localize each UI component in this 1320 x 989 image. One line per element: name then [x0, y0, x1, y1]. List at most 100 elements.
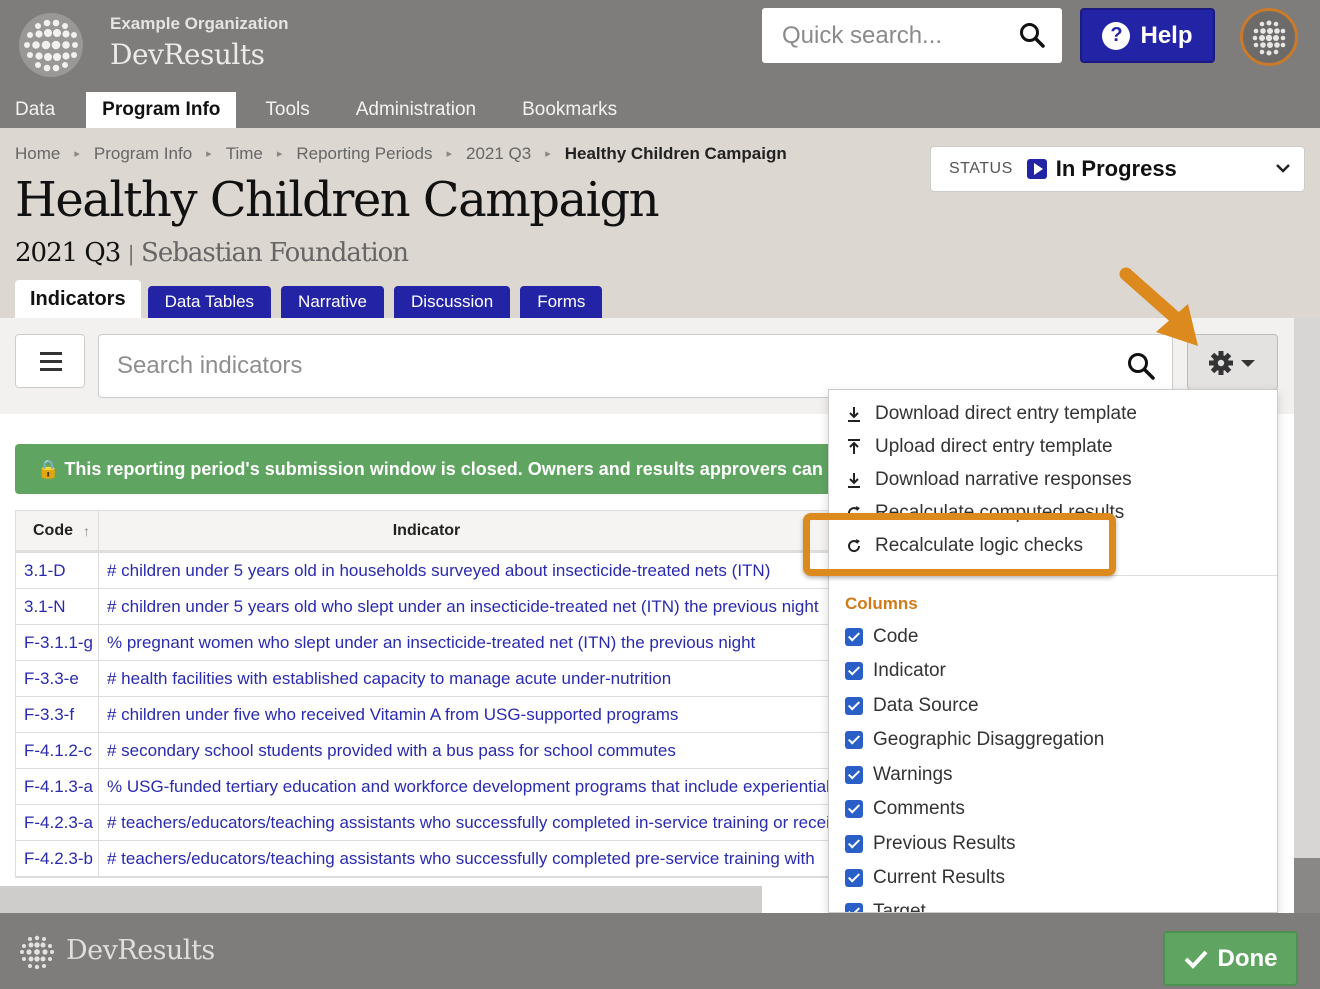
- table-row[interactable]: F-3.3-e # health facilities with establis…: [16, 661, 914, 697]
- table-row[interactable]: F-4.1.3-a% USG-funded tertiary education…: [16, 769, 914, 805]
- period-label: 2021 Q3: [15, 238, 121, 268]
- checkbox-checked-icon[interactable]: [845, 903, 863, 912]
- nav-administration[interactable]: Administration: [341, 92, 491, 128]
- breadcrumb-home[interactable]: Home: [15, 144, 60, 164]
- table-row[interactable]: F-3.1.1-g% pregnant women who slept unde…: [16, 625, 914, 661]
- nav-data[interactable]: Data: [0, 92, 70, 128]
- breadcrumb-period[interactable]: 2021 Q3: [466, 144, 531, 164]
- breadcrumb-program-info[interactable]: Program Info: [94, 144, 192, 164]
- row-indicator[interactable]: # teachers/educators/teaching assistants…: [99, 841, 914, 876]
- checkbox-checked-icon[interactable]: [845, 835, 863, 853]
- table-row[interactable]: F-4.2.3-a # teachers/educators/teaching a…: [16, 805, 914, 841]
- search-icon[interactable]: [1126, 351, 1156, 381]
- checkbox-checked-icon[interactable]: [845, 869, 863, 887]
- row-indicator[interactable]: # children under 5 years old in househol…: [99, 553, 914, 588]
- tab-narrative[interactable]: Narrative: [281, 286, 385, 318]
- column-toggle-indicator[interactable]: Indicator: [845, 660, 946, 682]
- avatar-globe-icon: [1252, 20, 1286, 56]
- menu-item-download-template[interactable]: Download direct entry template: [845, 403, 1137, 425]
- user-avatar[interactable]: [1240, 8, 1298, 66]
- tab-data-tables[interactable]: Data Tables: [147, 286, 272, 318]
- status-select[interactable]: STATUS In Progress: [930, 146, 1305, 192]
- checkbox-checked-icon[interactable]: [845, 766, 863, 784]
- breadcrumb-separator-icon: ▸: [206, 148, 212, 160]
- nav-tools[interactable]: Tools: [250, 92, 324, 128]
- row-code[interactable]: 3.1-N: [16, 589, 99, 624]
- row-indicator[interactable]: % pregnant women who slept under an inse…: [99, 625, 914, 660]
- column-toggle-target[interactable]: Target: [845, 901, 926, 912]
- breadcrumb-current: Healthy Children Campaign: [564, 144, 787, 163]
- search-icon[interactable]: [1018, 21, 1046, 49]
- vertical-scrollbar[interactable]: [1294, 318, 1320, 858]
- horizontal-scrollbar[interactable]: [0, 886, 762, 913]
- checkbox-checked-icon[interactable]: [845, 662, 863, 680]
- globe-logo-icon: [20, 935, 54, 970]
- column-header-code-label: Code: [33, 521, 73, 539]
- table-row[interactable]: 3.1-D # children under 5 years old in hou…: [16, 553, 914, 589]
- breadcrumb-reporting-periods[interactable]: Reporting Periods: [296, 144, 432, 164]
- help-button[interactable]: ? Help: [1080, 8, 1215, 63]
- download-icon: [848, 473, 860, 488]
- table-row[interactable]: 3.1-N # children under 5 years old who sl…: [16, 589, 914, 625]
- table-row[interactable]: F-4.1.2-c # secondary school students pro…: [16, 733, 914, 769]
- row-code[interactable]: F-4.1.3-a: [16, 769, 99, 804]
- checkbox-checked-icon[interactable]: [845, 697, 863, 715]
- done-button[interactable]: Done: [1163, 931, 1298, 986]
- column-header-indicator[interactable]: Indicator: [99, 511, 914, 550]
- column-toggle-label: Code: [873, 626, 919, 647]
- menu-item-download-narrative[interactable]: Download narrative responses: [845, 469, 1132, 491]
- quick-search: [762, 8, 1062, 63]
- column-toggle-current-results[interactable]: Current Results: [845, 867, 1005, 889]
- row-code[interactable]: F-4.1.2-c: [16, 733, 99, 768]
- help-label: Help: [1140, 21, 1193, 49]
- row-indicator[interactable]: # children under five who received Vitam…: [99, 697, 914, 732]
- column-toggle-warnings[interactable]: Warnings: [845, 764, 953, 786]
- play-status-icon: [1026, 159, 1047, 179]
- column-toggle-data-source[interactable]: Data Source: [845, 695, 979, 717]
- row-indicator[interactable]: # children under 5 years old who slept u…: [99, 589, 914, 624]
- row-indicator[interactable]: % USG-funded tertiary education and work…: [99, 769, 914, 804]
- tab-forms[interactable]: Forms: [520, 286, 603, 318]
- nav-bookmarks[interactable]: Bookmarks: [507, 92, 632, 128]
- breadcrumb-time[interactable]: Time: [226, 144, 263, 164]
- row-code[interactable]: F-3.1.1-g: [16, 625, 99, 660]
- checkbox-checked-icon[interactable]: [845, 628, 863, 646]
- checkbox-checked-icon[interactable]: [845, 731, 863, 749]
- app-name[interactable]: DevResults: [110, 38, 265, 71]
- column-toggle-previous-results[interactable]: Previous Results: [845, 833, 1016, 855]
- row-code[interactable]: F-4.2.3-a: [16, 805, 99, 840]
- column-header-code[interactable]: Code ↑: [16, 511, 99, 550]
- row-code[interactable]: F-3.3-f: [16, 697, 99, 732]
- breadcrumb-separator-icon: ▸: [276, 148, 283, 160]
- tab-discussion[interactable]: Discussion: [394, 286, 511, 318]
- indicator-search-input[interactable]: [99, 335, 1099, 397]
- status-value: In Progress: [1055, 156, 1177, 181]
- row-indicator[interactable]: # teachers/educators/teaching assistants…: [99, 805, 914, 840]
- globe-logo-icon[interactable]: [18, 12, 84, 78]
- main-nav: Data Program Info Tools Administration B…: [0, 92, 632, 128]
- column-toggle-code[interactable]: Code: [845, 626, 918, 648]
- row-indicator[interactable]: # health facilities with established cap…: [99, 661, 914, 696]
- tab-indicators[interactable]: Indicators: [15, 280, 141, 318]
- menu-button[interactable]: [15, 334, 85, 388]
- settings-dropdown-menu: Download direct entry template Upload di…: [828, 389, 1278, 913]
- column-toggle-geographic-disaggregation[interactable]: Geographic Disaggregation: [845, 729, 1104, 751]
- row-code[interactable]: F-4.2.3-b: [16, 841, 99, 876]
- columns-header: Columns: [845, 594, 918, 613]
- footer-bar: DevResults Done: [0, 913, 1320, 989]
- checkbox-checked-icon[interactable]: [845, 800, 863, 818]
- table-row[interactable]: F-4.2.3-b # teachers/educators/teaching a…: [16, 841, 914, 877]
- quick-search-input[interactable]: [762, 8, 1012, 63]
- hamburger-icon: [40, 360, 62, 363]
- status-label: STATUS: [949, 160, 1013, 177]
- menu-item-upload-template[interactable]: Upload direct entry template: [845, 436, 1113, 458]
- table-row[interactable]: F-3.3-f # children under five who receive…: [16, 697, 914, 733]
- caret-down-icon: [1241, 360, 1255, 367]
- column-toggle-comments[interactable]: Comments: [845, 798, 965, 820]
- row-code[interactable]: F-3.3-e: [16, 661, 99, 696]
- row-code[interactable]: 3.1-D: [16, 553, 99, 588]
- hamburger-icon: [40, 368, 62, 371]
- nav-program-info[interactable]: Program Info: [86, 92, 237, 128]
- row-indicator[interactable]: # secondary school students provided wit…: [99, 733, 914, 768]
- highlight-annotation: [803, 513, 1116, 576]
